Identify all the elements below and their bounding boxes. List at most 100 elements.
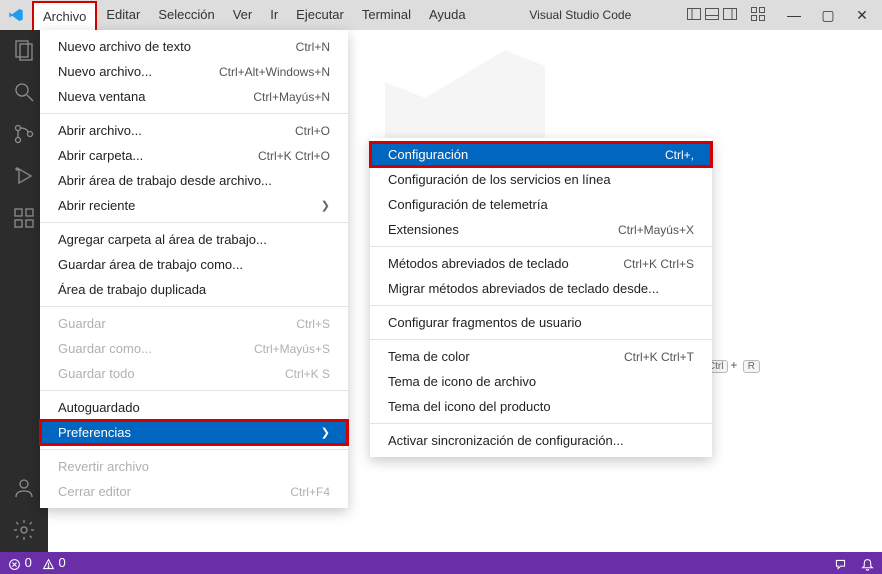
settings-gear-icon[interactable] [12, 518, 36, 542]
panel-left-icon[interactable] [686, 6, 702, 25]
submenu-item-14[interactable]: Activar sincronización de configuración.… [370, 428, 712, 453]
menu-item-shortcut: Ctrl+N [296, 40, 330, 54]
menu-item-label: Tema de color [388, 349, 624, 364]
menu-item-label: Abrir carpeta... [58, 148, 258, 163]
search-icon[interactable] [12, 80, 36, 104]
menu-item-label: Nueva ventana [58, 89, 253, 104]
menu-item-2[interactable]: Nueva ventanaCtrl+Mayús+N [40, 84, 348, 109]
source-control-icon[interactable] [12, 122, 36, 146]
menu-item-9[interactable]: Agregar carpeta al área de trabajo... [40, 227, 348, 252]
submenu-item-12[interactable]: Tema del icono del producto [370, 394, 712, 419]
status-feedback-icon[interactable] [834, 555, 847, 570]
menu-item-shortcut: Ctrl+O [295, 124, 330, 138]
status-warnings[interactable]: 0 [42, 555, 66, 570]
menu-item-shortcut: Ctrl+Mayús+X [618, 223, 694, 237]
menu-item-shortcut: Ctrl+K Ctrl+T [624, 350, 694, 364]
run-debug-icon[interactable] [12, 164, 36, 188]
menu-item-shortcut: Ctrl+S [296, 317, 330, 331]
submenu-item-8[interactable]: Configurar fragmentos de usuario [370, 310, 712, 335]
submenu-item-3[interactable]: ExtensionesCtrl+Mayús+X [370, 217, 712, 242]
submenu-item-5[interactable]: Métodos abreviados de tecladoCtrl+K Ctrl… [370, 251, 712, 276]
menu-item-6[interactable]: Abrir área de trabajo desde archivo... [40, 168, 348, 193]
menu-editar[interactable]: Editar [97, 1, 149, 30]
menu-item-label: Configuración [388, 147, 665, 162]
minimize-icon[interactable]: ― [780, 7, 808, 23]
menu-ayuda[interactable]: Ayuda [420, 1, 475, 30]
menu-item-shortcut: Ctrl+, [665, 148, 694, 162]
menu-item-label: Revertir archivo [58, 459, 330, 474]
preferences-submenu: ConfiguraciónCtrl+, Configuración de los … [370, 138, 712, 457]
menu-item-10[interactable]: Guardar área de trabajo como... [40, 252, 348, 277]
extensions-icon[interactable] [12, 206, 36, 230]
submenu-item-11[interactable]: Tema de icono de archivo [370, 369, 712, 394]
menu-item-4[interactable]: Abrir archivo...Ctrl+O [40, 118, 348, 143]
chevron-right-icon: ❯ [321, 199, 330, 212]
menu-archivo[interactable]: Archivo [32, 1, 97, 30]
menu-item-21: Cerrar editorCtrl+F4 [40, 479, 348, 504]
status-bell-icon[interactable] [861, 555, 874, 570]
submenu-item-2[interactable]: Configuración de telemetría [370, 192, 712, 217]
menu-item-shortcut: Ctrl+K Ctrl+S [623, 257, 694, 271]
menubar: Archivo Editar Selección Ver Ir Ejecutar… [32, 1, 475, 30]
menu-item-label: Configuración de telemetría [388, 197, 694, 212]
submenu-item-10[interactable]: Tema de colorCtrl+K Ctrl+T [370, 344, 712, 369]
panel-right-icon[interactable] [722, 6, 738, 25]
panel-bottom-icon[interactable] [704, 6, 720, 25]
app-title: Visual Studio Code [475, 8, 686, 22]
menu-item-shortcut: Ctrl+Alt+Windows+N [219, 65, 330, 79]
titlebar: Archivo Editar Selección Ver Ir Ejecutar… [0, 0, 882, 30]
menu-item-11[interactable]: Área de trabajo duplicada [40, 277, 348, 302]
menu-item-label: Abrir área de trabajo desde archivo... [58, 173, 330, 188]
menu-item-label: Preferencias [58, 425, 315, 440]
menu-item-label: Extensiones [388, 222, 618, 237]
menu-item-label: Métodos abreviados de teclado [388, 256, 623, 271]
menu-item-label: Autoguardado [58, 400, 330, 415]
explorer-icon[interactable] [12, 38, 36, 62]
menu-item-18[interactable]: Preferencias ❯ [40, 420, 348, 445]
menu-ver[interactable]: Ver [224, 1, 262, 30]
chevron-right-icon: ❯ [321, 426, 330, 439]
window-controls: ― ▢ ✕ [780, 7, 882, 24]
menu-item-5[interactable]: Abrir carpeta...Ctrl+K Ctrl+O [40, 143, 348, 168]
menu-item-14: Guardar como...Ctrl+Mayús+S [40, 336, 348, 361]
menu-ejecutar[interactable]: Ejecutar [287, 1, 353, 30]
menu-item-label: Abrir archivo... [58, 123, 295, 138]
menu-item-13: GuardarCtrl+S [40, 311, 348, 336]
menu-item-17[interactable]: Autoguardado [40, 395, 348, 420]
submenu-item-0[interactable]: ConfiguraciónCtrl+, [370, 142, 712, 167]
menu-item-shortcut: Ctrl+K Ctrl+O [258, 149, 330, 163]
menu-item-label: Guardar todo [58, 366, 285, 381]
menu-item-label: Tema del icono del producto [388, 399, 694, 414]
submenu-item-1[interactable]: Configuración de los servicios en línea [370, 167, 712, 192]
menu-item-label: Configurar fragmentos de usuario [388, 315, 694, 330]
menu-item-shortcut: Ctrl+K S [285, 367, 330, 381]
submenu-item-6[interactable]: Migrar métodos abreviados de teclado des… [370, 276, 712, 301]
menu-item-label: Nuevo archivo... [58, 64, 219, 79]
menu-item-shortcut: Ctrl+Mayús+S [254, 342, 330, 356]
menu-item-1[interactable]: Nuevo archivo...Ctrl+Alt+Windows+N [40, 59, 348, 84]
customize-layout-icon[interactable] [750, 6, 766, 25]
accounts-icon[interactable] [12, 476, 36, 500]
menu-seleccion[interactable]: Selección [149, 1, 223, 30]
layout-controls [686, 6, 766, 25]
menu-item-7[interactable]: Abrir reciente ❯ [40, 193, 348, 218]
kbd-r: R [743, 360, 760, 373]
menu-item-label: Abrir reciente [58, 198, 315, 213]
menu-item-label: Activar sincronización de configuración.… [388, 433, 694, 448]
menu-item-label: Área de trabajo duplicada [58, 282, 330, 297]
menu-item-label: Migrar métodos abreviados de teclado des… [388, 281, 694, 296]
menu-item-label: Configuración de los servicios en línea [388, 172, 694, 187]
close-icon[interactable]: ✕ [848, 7, 876, 24]
vscode-logo-icon [0, 7, 32, 23]
menu-item-label: Cerrar editor [58, 484, 290, 499]
menu-item-shortcut: Ctrl+Mayús+N [253, 90, 330, 104]
menu-item-label: Guardar como... [58, 341, 254, 356]
status-errors[interactable]: 0 [8, 555, 32, 570]
menu-item-0[interactable]: Nuevo archivo de textoCtrl+N [40, 34, 348, 59]
file-menu-dropdown: Nuevo archivo de textoCtrl+NNuevo archiv… [40, 30, 348, 508]
menu-item-label: Guardar área de trabajo como... [58, 257, 330, 272]
menu-item-label: Tema de icono de archivo [388, 374, 694, 389]
maximize-icon[interactable]: ▢ [814, 7, 842, 24]
menu-terminal[interactable]: Terminal [353, 1, 420, 30]
menu-ir[interactable]: Ir [261, 1, 287, 30]
